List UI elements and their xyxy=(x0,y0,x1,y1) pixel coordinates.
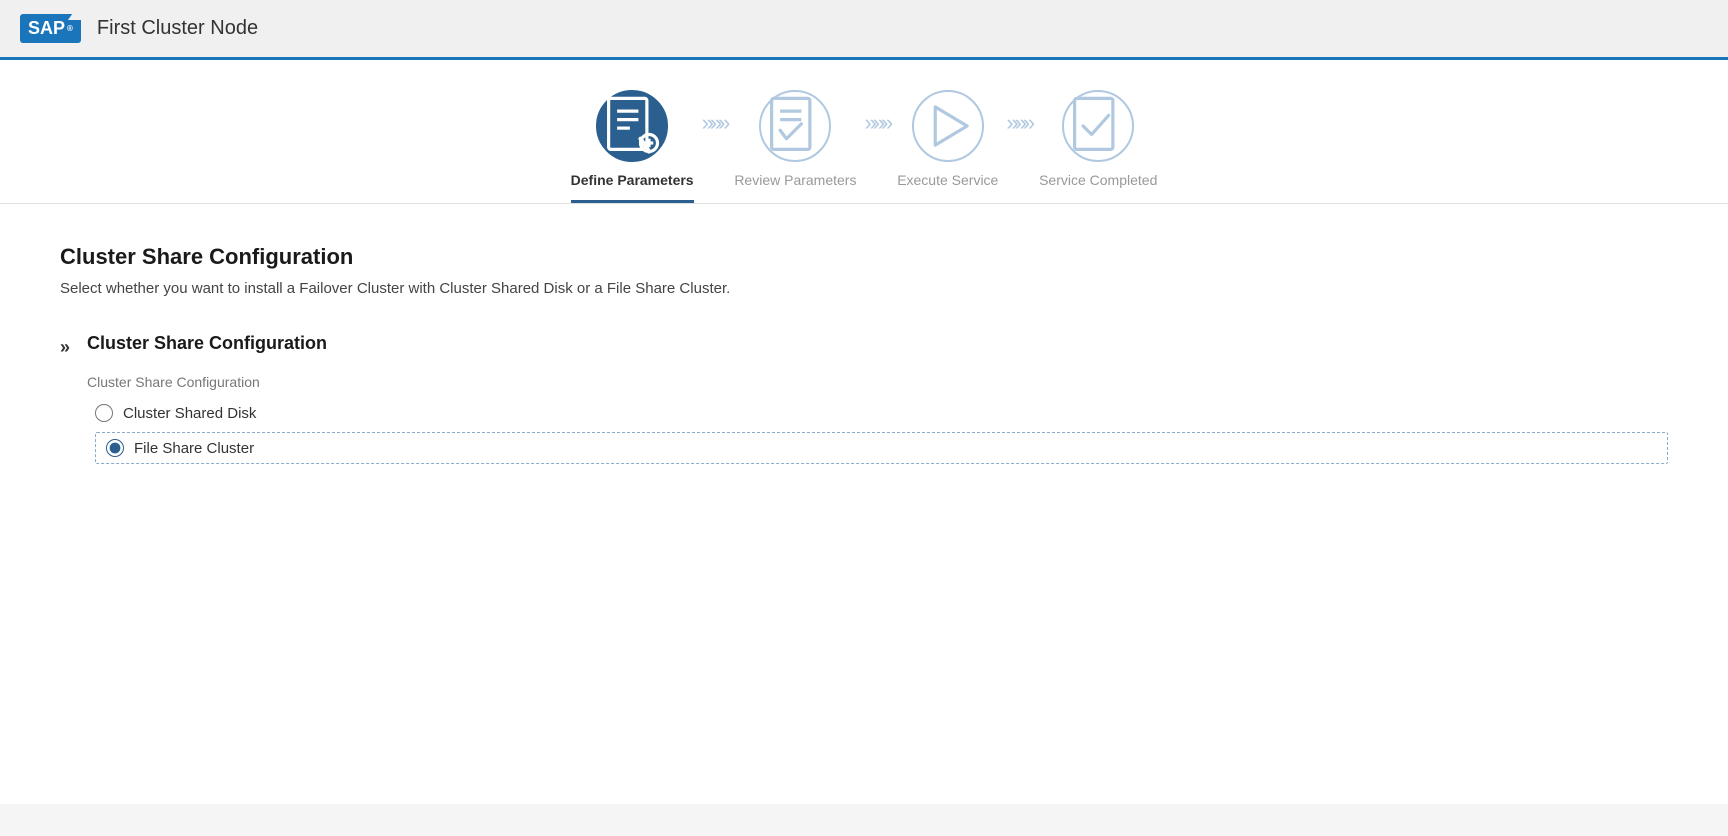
radio-option-shared-disk[interactable]: Cluster Shared Disk xyxy=(95,404,1668,422)
step-4-circle xyxy=(1062,90,1134,162)
step-1-label: Define Parameters xyxy=(571,172,694,188)
radio-shared-disk-label: Cluster Shared Disk xyxy=(123,405,256,422)
config-section-title: Cluster Share Configuration xyxy=(87,333,1668,354)
step-1-circle xyxy=(596,90,668,162)
config-section: » Cluster Share Configuration Cluster Sh… xyxy=(60,333,1668,464)
radio-shared-disk[interactable] xyxy=(95,404,113,422)
step-4-label: Service Completed xyxy=(1039,172,1157,188)
radio-group: Cluster Shared Disk File Share Cluster xyxy=(95,404,1668,464)
connector-2: »»» xyxy=(864,90,889,136)
main-content: Cluster Share Configuration Select wheth… xyxy=(0,204,1728,804)
main-section-title: Cluster Share Configuration xyxy=(60,244,1668,270)
step-service-completed[interactable]: Service Completed xyxy=(1039,90,1157,200)
app-header: SAP ® First Cluster Node xyxy=(0,0,1728,60)
connector-1: »»» xyxy=(702,90,727,136)
define-parameters-icon xyxy=(598,92,666,160)
main-section-desc: Select whether you want to install a Fai… xyxy=(60,280,1668,297)
step-define-parameters[interactable]: Define Parameters xyxy=(571,90,694,203)
radio-file-share-label: File Share Cluster xyxy=(134,440,254,457)
connector-3: »»» xyxy=(1006,90,1031,136)
page-title: First Cluster Node xyxy=(97,17,258,40)
step-1-underline xyxy=(571,200,694,203)
step-3-circle xyxy=(912,90,984,162)
field-label: Cluster Share Configuration xyxy=(87,374,1668,390)
sap-logo-text: SAP xyxy=(28,18,65,39)
sap-logo: SAP ® xyxy=(20,14,81,43)
review-parameters-icon xyxy=(761,92,829,160)
step-2-circle xyxy=(759,90,831,162)
radio-option-file-share[interactable]: File Share Cluster xyxy=(95,432,1668,464)
service-completed-icon xyxy=(1064,92,1132,160)
wizard-steps: Define Parameters »»» Review Parameters … xyxy=(0,60,1728,204)
step-review-parameters[interactable]: Review Parameters xyxy=(734,90,856,200)
step-execute-service[interactable]: Execute Service xyxy=(897,90,998,200)
radio-file-share[interactable] xyxy=(106,439,124,457)
step-3-label: Execute Service xyxy=(897,172,998,188)
section-arrow-icon: » xyxy=(60,337,67,358)
config-body: Cluster Share Configuration Cluster Shar… xyxy=(87,333,1668,464)
step-2-label: Review Parameters xyxy=(734,172,856,188)
registered-symbol: ® xyxy=(67,24,73,33)
execute-service-icon xyxy=(914,92,982,160)
